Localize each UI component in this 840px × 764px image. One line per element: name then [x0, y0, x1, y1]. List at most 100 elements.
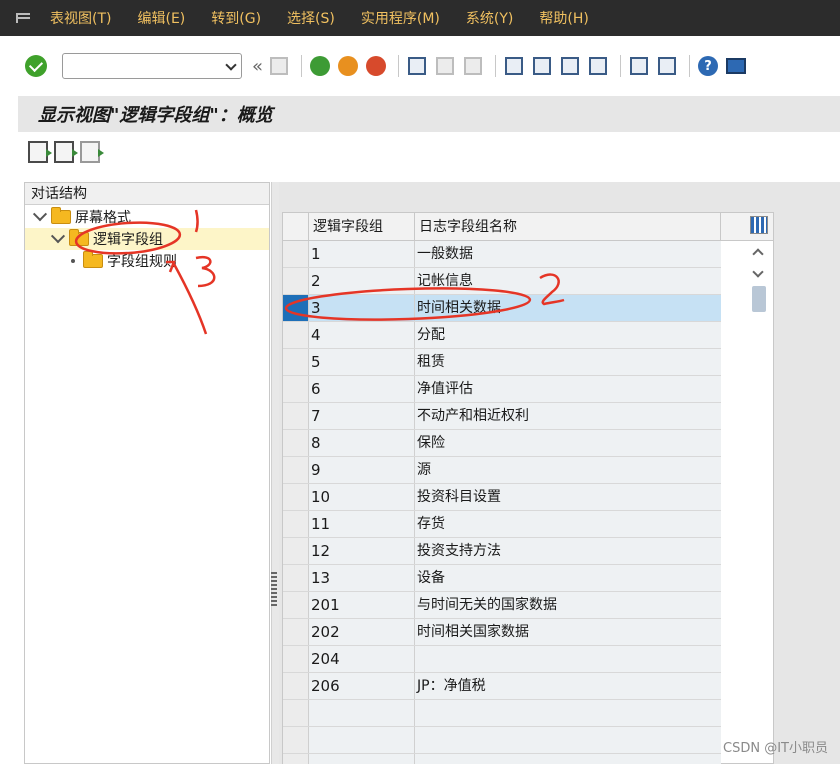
- table-row[interactable]: 9源: [283, 457, 721, 484]
- row-selector[interactable]: [283, 538, 309, 564]
- cell-logical-group[interactable]: [309, 727, 415, 753]
- chevron-down-icon[interactable]: [225, 59, 237, 71]
- table-row[interactable]: 8 保险: [283, 430, 721, 457]
- table-row[interactable]: 2 记帐信息: [283, 268, 721, 295]
- row-selector[interactable]: [283, 349, 309, 375]
- table-row[interactable]: 204: [283, 646, 721, 673]
- column-header-logical-group[interactable]: 逻辑字段组: [309, 213, 415, 241]
- panel-splitter[interactable]: [271, 182, 279, 764]
- row-selector[interactable]: [283, 403, 309, 429]
- menu-table-view[interactable]: 表视图(T): [50, 8, 125, 28]
- cell-logical-group[interactable]: 3: [309, 295, 415, 321]
- export-alt-icon[interactable]: [54, 141, 78, 163]
- cell-group-name[interactable]: 一般数据: [415, 241, 721, 267]
- cell-logical-group[interactable]: [309, 700, 415, 726]
- help-button[interactable]: ?: [696, 54, 720, 78]
- back-button[interactable]: [308, 54, 332, 78]
- cell-logical-group[interactable]: 9: [309, 457, 415, 483]
- table-row[interactable]: 12 投资支持方法: [283, 538, 721, 565]
- row-selector[interactable]: [283, 727, 309, 753]
- row-selector[interactable]: [283, 619, 309, 645]
- row-selector[interactable]: [283, 511, 309, 537]
- exit-button[interactable]: [336, 54, 360, 78]
- menu-goto[interactable]: 转到(G): [211, 8, 275, 28]
- cell-logical-group[interactable]: 206: [309, 673, 415, 699]
- cancel-button[interactable]: [364, 54, 388, 78]
- cell-group-name[interactable]: [415, 754, 721, 764]
- tree-item-field-group-rules[interactable]: 字段组规则: [25, 250, 269, 272]
- scroll-down-icon[interactable]: [752, 266, 764, 278]
- table-row[interactable]: 11 存货: [283, 511, 721, 538]
- scroll-up-icon[interactable]: [752, 248, 764, 260]
- cell-logical-group[interactable]: 11: [309, 511, 415, 537]
- cell-logical-group[interactable]: 2: [309, 268, 415, 294]
- table-row[interactable]: 4 分配: [283, 322, 721, 349]
- export-disabled-icon[interactable]: [80, 141, 104, 163]
- cell-group-name[interactable]: [415, 700, 721, 726]
- tree-item-screen-format[interactable]: 屏幕格式: [25, 206, 269, 228]
- cell-group-name[interactable]: [415, 727, 721, 753]
- row-selector[interactable]: [283, 295, 309, 321]
- menu-selection[interactable]: 选择(S): [287, 8, 349, 28]
- cell-group-name[interactable]: 保险: [415, 430, 721, 456]
- ok-button[interactable]: [24, 54, 48, 78]
- menu-help[interactable]: 帮助(H): [539, 8, 602, 28]
- table-vertical-scrollbar[interactable]: [748, 214, 772, 762]
- table-row[interactable]: 3 时间相关数据: [283, 295, 721, 322]
- scroll-thumb[interactable]: [752, 286, 766, 312]
- table-row[interactable]: 10 投资科目设置: [283, 484, 721, 511]
- menu-edit[interactable]: 编辑(E): [137, 8, 199, 28]
- table-row[interactable]: 1 一般数据: [283, 241, 721, 268]
- cell-logical-group[interactable]: 201: [309, 592, 415, 618]
- double-chevron-left-icon[interactable]: «: [252, 56, 263, 77]
- row-selector[interactable]: [283, 430, 309, 456]
- column-settings-icon[interactable]: [750, 216, 768, 234]
- cell-logical-group[interactable]: 13: [309, 565, 415, 591]
- cell-logical-group[interactable]: 10: [309, 484, 415, 510]
- cell-group-name[interactable]: 分配: [415, 322, 721, 348]
- row-selector[interactable]: [283, 754, 309, 764]
- table-row[interactable]: 6 净值评估: [283, 376, 721, 403]
- system-menu-icon[interactable]: [14, 10, 36, 26]
- cell-group-name[interactable]: 时间相关国家数据: [415, 619, 721, 645]
- select-all-header[interactable]: [283, 213, 309, 241]
- command-field[interactable]: [62, 53, 242, 79]
- row-selector[interactable]: [283, 700, 309, 726]
- row-selector[interactable]: [283, 484, 309, 510]
- export-icon[interactable]: [28, 141, 52, 163]
- row-selector[interactable]: [283, 241, 309, 267]
- chevron-down-icon[interactable]: [32, 207, 48, 222]
- tree-item-logical-field-group[interactable]: 逻辑字段组: [25, 228, 269, 250]
- cell-group-name[interactable]: 投资科目设置: [415, 484, 721, 510]
- cell-group-name[interactable]: 与时间无关的国家数据: [415, 592, 721, 618]
- table-row[interactable]: [283, 754, 721, 764]
- cell-group-name[interactable]: 投资支持方法: [415, 538, 721, 564]
- table-row[interactable]: 13 设备: [283, 565, 721, 592]
- cell-logical-group[interactable]: 4: [309, 322, 415, 348]
- menu-system[interactable]: 系统(Y): [466, 8, 527, 28]
- cell-logical-group[interactable]: 7: [309, 403, 415, 429]
- table-row[interactable]: 7 不动产和相近权利: [283, 403, 721, 430]
- row-selector[interactable]: [283, 268, 309, 294]
- cell-logical-group[interactable]: 8: [309, 430, 415, 456]
- next-page-button[interactable]: [558, 54, 582, 78]
- row-selector[interactable]: [283, 322, 309, 348]
- cell-logical-group[interactable]: 202: [309, 619, 415, 645]
- table-row[interactable]: 202 时间相关国家数据: [283, 619, 721, 646]
- cell-group-name[interactable]: 设备: [415, 565, 721, 591]
- row-selector[interactable]: [283, 565, 309, 591]
- cell-group-name[interactable]: 净值评估: [415, 376, 721, 402]
- last-page-button[interactable]: [586, 54, 610, 78]
- row-selector[interactable]: [283, 646, 309, 672]
- table-row[interactable]: 5 租赁: [283, 349, 721, 376]
- first-page-button[interactable]: [502, 54, 526, 78]
- cell-group-name[interactable]: 不动产和相近权利: [415, 403, 721, 429]
- row-selector[interactable]: [283, 376, 309, 402]
- cell-group-name[interactable]: JP：净值税: [415, 673, 721, 699]
- find-next-button[interactable]: [461, 54, 485, 78]
- column-header-group-name[interactable]: 日志字段组名称: [415, 213, 721, 241]
- cell-group-name[interactable]: 存货: [415, 511, 721, 537]
- cell-group-name[interactable]: 时间相关数据: [415, 295, 721, 321]
- table-row[interactable]: [283, 727, 721, 754]
- cell-logical-group[interactable]: [309, 754, 415, 764]
